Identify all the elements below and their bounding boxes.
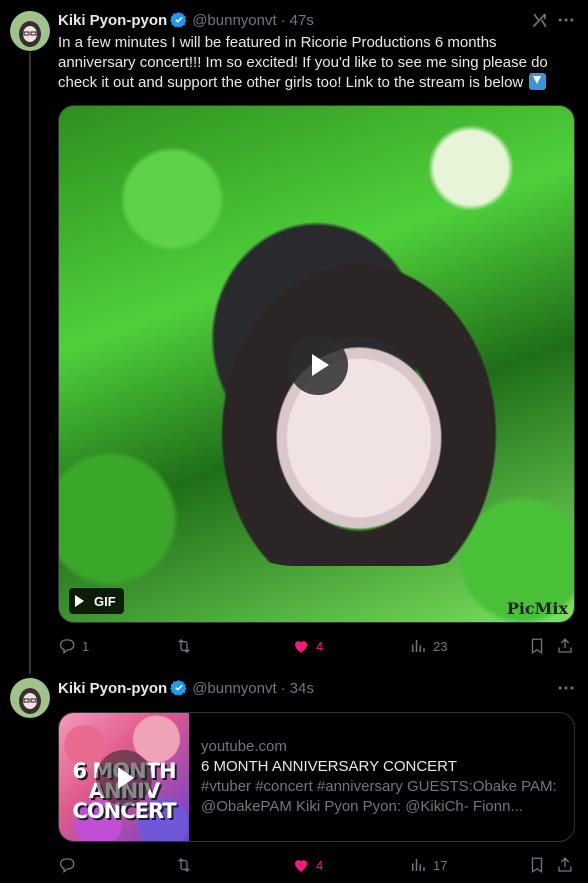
more-options-icon[interactable]: [556, 10, 576, 30]
share-icon: [558, 638, 572, 653]
more-options-icon[interactable]: [556, 678, 576, 698]
like-button[interactable]: 4: [292, 855, 323, 875]
reply-button[interactable]: [58, 855, 76, 875]
play-icon: [96, 750, 152, 806]
retweet-icon: [178, 858, 190, 872]
grok-icon[interactable]: [530, 10, 550, 30]
tweet-header: Kiki Pyon-pyon @bunnyonvt · 47s: [58, 10, 314, 30]
timestamp[interactable]: 47s: [290, 12, 314, 29]
views-button[interactable]: 17: [409, 855, 447, 875]
retweet-icon: [178, 639, 190, 653]
tweet-header: Kiki Pyon-pyon @bunnyonvt · 34s: [58, 678, 314, 698]
avatar[interactable]: [10, 678, 50, 718]
gif-label: GIF: [94, 593, 116, 609]
like-count: 4: [316, 638, 324, 654]
share-button[interactable]: [556, 855, 574, 875]
reply-icon: [59, 858, 75, 874]
views-button[interactable]: 23: [409, 636, 447, 656]
picmix-watermark: PicMix: [506, 599, 568, 618]
author-handle[interactable]: @bunnyonvt: [192, 680, 276, 697]
verified-badge-icon: [170, 680, 187, 696]
reply-button[interactable]: 1: [58, 636, 89, 656]
bookmark-icon: [531, 638, 543, 655]
share-button[interactable]: [556, 636, 574, 656]
bookmark-button[interactable]: [528, 636, 546, 656]
tweet-actions: 1 4 23: [58, 636, 578, 656]
author-name[interactable]: Kiki Pyon-pyon: [58, 12, 167, 29]
retweet-button[interactable]: [175, 855, 193, 875]
gif-play-icon: [75, 595, 84, 607]
play-button[interactable]: [288, 335, 348, 395]
card-thumbnail: 6 MONTH ANNIV CONCERT: [59, 713, 189, 841]
link-preview-card[interactable]: 6 MONTH ANNIV CONCERT youtube.com 6 MONT…: [58, 712, 575, 842]
bookmark-icon: [531, 857, 543, 874]
separator-dot: ·: [280, 11, 286, 29]
card-description: #vtuber #concert #anniversary GUESTS:Oba…: [201, 778, 557, 815]
tweet-body: In a few minutes I will be featured in R…: [58, 34, 548, 91]
bookmark-button[interactable]: [528, 855, 546, 875]
down-arrow-emoji-icon: [529, 73, 547, 90]
separator-dot: ·: [280, 679, 286, 697]
media-illustration-face: [239, 306, 479, 546]
gif-badge[interactable]: GIF: [69, 588, 124, 614]
author-handle[interactable]: @bunnyonvt: [192, 12, 276, 29]
tweet-text: In a few minutes I will be featured in R…: [58, 33, 558, 93]
timestamp[interactable]: 34s: [290, 680, 314, 697]
author-name[interactable]: Kiki Pyon-pyon: [58, 680, 167, 697]
retweet-button[interactable]: [175, 636, 193, 656]
views-count: 17: [433, 857, 448, 873]
share-icon: [558, 857, 572, 872]
heart-filled-icon: [295, 641, 307, 653]
tweet[interactable]: Kiki Pyon-pyon @bunnyonvt · 47s In a few…: [0, 0, 588, 670]
card-title: 6 MONTH ANNIVERSARY CONCERT: [201, 758, 457, 775]
tweet-actions: 4 17: [58, 855, 578, 875]
gif-media[interactable]: GIF PicMix: [58, 105, 575, 623]
reply-count: 1: [82, 638, 90, 654]
like-button[interactable]: 4: [292, 636, 323, 656]
card-domain: youtube.com: [201, 738, 287, 755]
heart-filled-icon: [295, 860, 307, 872]
views-chart-icon: [412, 640, 425, 652]
reply-icon: [59, 639, 75, 655]
like-count: 4: [316, 857, 324, 873]
views-chart-icon: [412, 859, 425, 871]
avatar[interactable]: [10, 11, 50, 51]
verified-badge-icon: [170, 12, 187, 28]
views-count: 23: [433, 638, 448, 654]
card-body: youtube.com 6 MONTH ANNIVERSARY CONCERT …: [201, 737, 563, 817]
